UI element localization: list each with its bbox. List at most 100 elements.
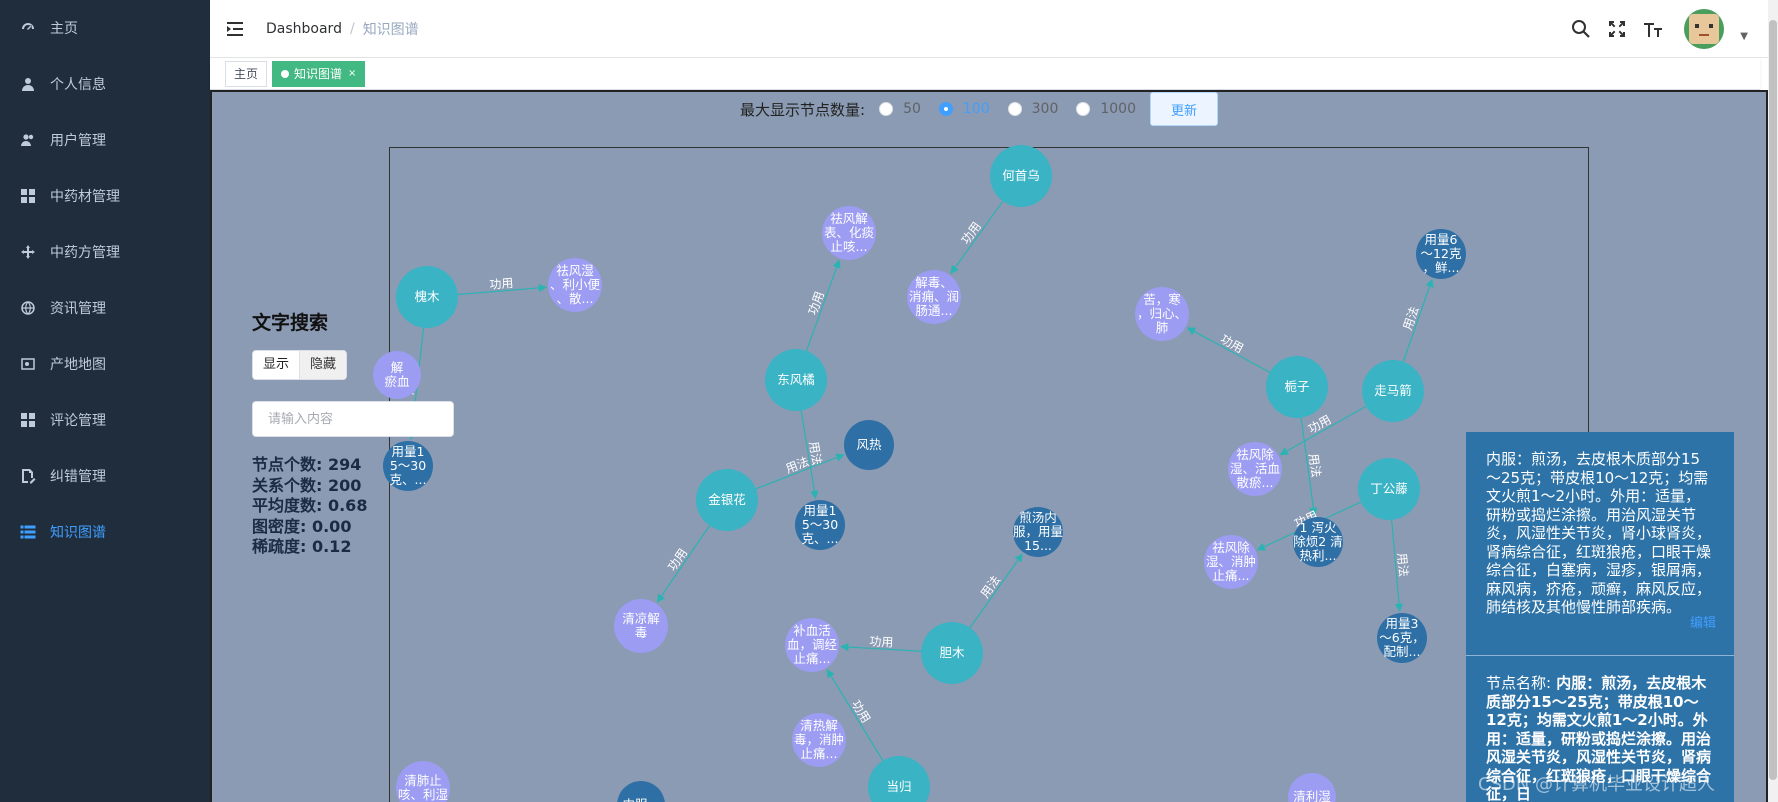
graph-node-danmu[interactable]: 胆木 <box>921 622 983 684</box>
info-usage-section: 内服：煎汤，去皮根木质部分15～25克；带皮根10～12克；均需文火煎1～2小时… <box>1466 432 1734 656</box>
radio-label: 100 <box>962 101 990 117</box>
node-label: 煎汤内 <box>1019 510 1057 525</box>
node-label: 清肺止 <box>404 773 442 788</box>
scrollbar-thumb[interactable] <box>1769 20 1777 780</box>
node-label: 湿、消肿 <box>1206 554 1256 569</box>
node-label: 用量1 <box>392 444 425 459</box>
search-input[interactable] <box>252 401 454 437</box>
graph-node-yongliang3[interactable]: 用量3～6克，配制... <box>1377 613 1427 663</box>
sidebar-item-label: 评论管理 <box>50 413 106 429</box>
node-label: 清凉解 <box>622 611 660 626</box>
node-label: 5～30 <box>390 458 426 473</box>
radio-100[interactable]: 100 <box>938 101 990 117</box>
scrollbar[interactable] <box>1768 0 1778 802</box>
edit-link[interactable]: 编辑 <box>1690 615 1716 634</box>
node-label: 毒，消肿 <box>794 732 844 747</box>
graph-stats: 节点个数: 294 关系个数: 200 平均度数: 0.68 图密度: 0.00… <box>252 455 367 558</box>
dashboard-icon <box>20 20 36 36</box>
node-label: 湿、活血 <box>1230 461 1280 476</box>
graph-node-yongliang1[interactable]: 用量15～30克、... <box>383 441 433 491</box>
tag-knowledge-graph[interactable]: 知识图谱 × <box>272 60 366 87</box>
navbar-right: ▼ <box>1570 0 1748 58</box>
node-label: 肠通... <box>916 303 953 318</box>
hamburger-icon[interactable] <box>226 19 246 39</box>
graph-node-dongfengju[interactable]: 东风橘 <box>765 349 827 411</box>
radio-circle <box>1076 102 1091 116</box>
watermark: CSDN @计算机毕业设计超人 <box>1478 774 1716 795</box>
graph-node-jinyinhua[interactable]: 金银花 <box>696 469 758 531</box>
graph-node-xiehuo[interactable]: 1 泻火除烦2 清热利... <box>1293 517 1343 567</box>
node-label: 栀子 <box>1284 379 1309 394</box>
toggle-show-button[interactable]: 显示 <box>253 351 300 379</box>
node-label: 、利小便 <box>550 277 601 292</box>
sidebar-item-comments[interactable]: 评论管理 <box>0 392 210 448</box>
stat-density: 图密度: 0.00 <box>252 516 352 536</box>
graph-node-qufengchushi2[interactable]: 祛风除湿、消肿止痛... <box>1204 535 1258 589</box>
tags-view: 主页 知识图谱 × <box>210 58 1760 90</box>
node-label: 祛风解 <box>830 211 868 226</box>
sidebar-item-prescriptions[interactable]: 中药方管理 <box>0 224 210 280</box>
sidebar-item-news[interactable]: 资讯管理 <box>0 280 210 336</box>
node-label: 、散... <box>557 291 594 306</box>
sidebar-item-home[interactable]: 主页 <box>0 0 210 56</box>
toggle-hide-button[interactable]: 隐藏 <box>299 351 347 379</box>
sidebar-item-herbs[interactable]: 中药材管理 <box>0 168 210 224</box>
node-label: 毒 <box>635 625 648 640</box>
breadcrumb-dashboard[interactable]: Dashboard <box>266 21 342 37</box>
sidebar-item-profile[interactable]: 个人信息 <box>0 56 210 112</box>
avatar[interactable] <box>1684 9 1725 49</box>
node-label: 解 <box>391 360 404 375</box>
graph-node-dinggongteng[interactable]: 丁公藤 <box>1358 458 1420 520</box>
graph-node-fengre[interactable]: 风热 <box>844 420 894 470</box>
caret-down-icon[interactable]: ▼ <box>1740 31 1748 42</box>
display-toggle: 显示 隐藏 <box>252 350 348 380</box>
update-button[interactable]: 更新 <box>1150 92 1219 126</box>
graph-node-yongliang2[interactable]: 用量15～30克、... <box>795 500 845 550</box>
graph-node-jiantang[interactable]: 煎汤内服，用量15... <box>1013 507 1063 557</box>
search-title: 文字搜索 <box>252 312 329 334</box>
node-label: 解毒、 <box>915 275 953 290</box>
radio-50[interactable]: 50 <box>879 101 921 117</box>
node-label: 胆木 <box>939 645 965 660</box>
sidebar-item-label: 纠错管理 <box>50 469 106 485</box>
graph-node-huaimu[interactable]: 槐木 <box>396 266 458 328</box>
node-label: 除烦2 清 <box>1293 534 1342 549</box>
sidebar-item-corrections[interactable]: 纠错管理 <box>0 448 210 504</box>
graph-node-qingliang[interactable]: 清凉解毒 <box>614 599 668 653</box>
node-label: 血，调经 <box>787 637 838 652</box>
globe-icon <box>20 300 36 316</box>
stat-relation-count: 关系个数: 200 <box>252 475 362 495</box>
node-label: 用量3 <box>1386 616 1419 631</box>
fullscreen-icon[interactable] <box>1606 18 1628 40</box>
font-size-icon[interactable] <box>1642 18 1664 40</box>
radio-1000[interactable]: 1000 <box>1076 101 1136 117</box>
node-label: 止痛... <box>801 746 838 761</box>
node-label: 祛风湿 <box>556 263 594 278</box>
radio-300[interactable]: 300 <box>1007 101 1058 117</box>
sidebar-item-knowledge-graph[interactable]: 知识图谱 <box>0 504 210 560</box>
user-icon <box>20 76 36 92</box>
tag-home[interactable]: 主页 <box>225 60 268 87</box>
node-limit-row: 最大显示节点数量: 50 100 300 1000 更新 <box>740 92 1219 126</box>
avatar-image <box>1689 14 1720 44</box>
graph-node-heshouwu[interactable]: 何首乌 <box>990 145 1052 207</box>
graph-node-qufengjiebiao[interactable]: 祛风解表、化痰止咳... <box>822 206 876 260</box>
sidebar-item-map[interactable]: 产地地图 <box>0 336 210 392</box>
graph-node-buxue[interactable]: 补血活血，调经止痛... <box>785 618 839 672</box>
close-icon[interactable]: × <box>348 62 356 86</box>
graph-node-partial1[interactable]: 解瘀血 <box>373 351 421 399</box>
graph-node-kuhan[interactable]: 苦，寒，归心、肺 <box>1135 287 1189 341</box>
search-icon[interactable] <box>1570 18 1592 40</box>
sidebar-item-label: 个人信息 <box>50 77 106 93</box>
graph-node-yongliang6[interactable]: 用量6～12克，鲜... <box>1416 229 1466 279</box>
edit-doc-icon <box>20 468 36 484</box>
sidebar-item-users[interactable]: 用户管理 <box>0 112 210 168</box>
graph-node-zhizi[interactable]: 栀子 <box>1266 356 1328 418</box>
graph-node-jiedu[interactable]: 解毒、消痈、润肠通... <box>907 270 961 324</box>
graph-node-zoumajian[interactable]: 走马箭 <box>1362 360 1424 422</box>
graph-node-qufengshi[interactable]: 祛风湿、利小便、散... <box>548 258 602 312</box>
radio-circle <box>938 102 953 116</box>
graph-node-qufengchushi1[interactable]: 祛风除湿、活血散瘀... <box>1228 442 1282 496</box>
graph-node-qingre[interactable]: 清热解毒，消肿止痛... <box>792 713 846 767</box>
info-usage-text: 内服：煎汤，去皮根木质部分15～25克；带皮根10～12克；均需文火煎1～2小时… <box>1486 450 1712 616</box>
